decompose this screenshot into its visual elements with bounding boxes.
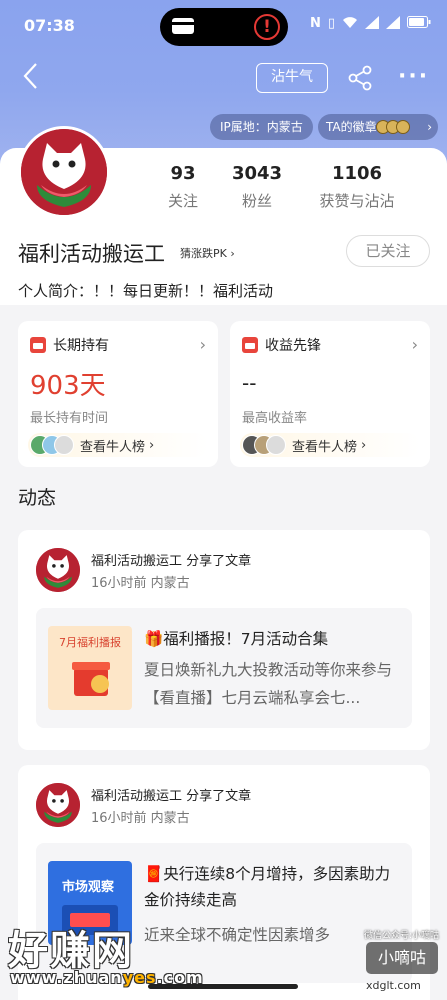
stat-followers[interactable]: 3043 粉丝 xyxy=(230,163,284,211)
chevron-right-icon: › xyxy=(361,437,367,453)
top-return-card[interactable]: 收益先锋 › -- 最高收益率 查看牛人榜 › xyxy=(230,321,430,467)
stat-value: 93 xyxy=(170,163,196,184)
badges-label: TA的徽章 xyxy=(326,120,377,134)
chevron-right-icon: › xyxy=(149,437,155,453)
article-thumbnail: 市场观察 xyxy=(48,861,132,945)
card-subtitle: 最长持有时间 xyxy=(30,411,109,426)
leaderboard-link[interactable]: 查看牛人榜 › xyxy=(240,433,420,457)
status-time: 07:38 xyxy=(24,16,75,35)
signal-icon xyxy=(386,16,400,33)
feed-post[interactable]: 福利活动搬运工 分享了文章 16小时前 内蒙古 7月福利播报 🎁福利播报！7月活… xyxy=(18,530,430,750)
chevron-right-icon: › xyxy=(199,335,206,354)
status-icons: N ▯ xyxy=(310,16,431,33)
chevron-right-icon: › xyxy=(427,120,432,134)
mini-avatars xyxy=(240,435,288,455)
article-thumbnail: 7月福利播报 xyxy=(48,626,132,710)
wifi-icon xyxy=(342,16,358,33)
avatar[interactable] xyxy=(36,548,80,592)
signal-icon xyxy=(365,16,379,33)
card-value: 903天 xyxy=(30,371,106,401)
username: 福利活动搬运工 xyxy=(18,242,165,266)
card-value: -- xyxy=(242,371,257,395)
article-desc: 近来全球不确定性因素增多 xyxy=(144,926,331,944)
calendar-icon xyxy=(242,337,258,353)
leaderboard-link-label: 查看牛人榜 xyxy=(292,439,358,455)
card-header: 收益先锋 xyxy=(242,335,321,355)
leaderboard-link[interactable]: 查看牛人榜 › xyxy=(28,433,208,457)
status-bar: 07:38 ! N ▯ xyxy=(0,0,447,52)
stat-label: 关注 xyxy=(167,192,198,210)
mini-avatars xyxy=(28,435,76,455)
avatar[interactable] xyxy=(18,126,110,218)
post-author: 福利活动搬运工 分享了文章 xyxy=(91,789,252,804)
stat-following[interactable]: 93 关注 xyxy=(165,163,201,211)
stat-likes[interactable]: 1106 获赞与沾沾 xyxy=(312,163,402,211)
more-icon[interactable]: ··· xyxy=(398,64,429,89)
post-author: 福利活动搬运工 分享了文章 xyxy=(91,554,252,569)
pk-link[interactable]: 猜涨跌PK › xyxy=(180,245,235,261)
mini-avatar xyxy=(266,435,286,455)
chevron-right-icon: › xyxy=(411,335,418,354)
pk-link-label: 猜涨跌PK xyxy=(180,247,227,260)
battery-icon xyxy=(407,16,431,33)
bio-text: 个人简介：！！每日更新！！福利活动 xyxy=(18,282,274,300)
share-icon[interactable] xyxy=(346,64,374,92)
mini-avatar xyxy=(54,435,74,455)
follow-button[interactable]: 已关注 xyxy=(346,235,430,267)
home-indicator xyxy=(148,984,298,989)
leaderboard-link-label: 查看牛人榜 xyxy=(80,439,146,455)
long-hold-card[interactable]: 长期持有 › 903天 最长持有时间 查看牛人榜 › xyxy=(18,321,218,467)
dynamic-island: ! xyxy=(160,8,288,46)
calendar-icon xyxy=(30,337,46,353)
thumb-label: 7月福利播报 xyxy=(59,635,121,649)
nfc-icon: N xyxy=(309,16,321,31)
card-icon xyxy=(172,18,194,34)
card-subtitle: 最高收益率 xyxy=(242,411,308,426)
stat-value: 3043 xyxy=(231,163,283,184)
content-area: 长期持有 › 903天 最长持有时间 查看牛人榜 › 收益先锋 › -- 最高收… xyxy=(0,305,447,1000)
card-header: 长期持有 xyxy=(30,335,109,355)
badges-chip[interactable]: TA的徽章 › xyxy=(318,114,438,140)
stat-label: 获赞与沾沾 xyxy=(319,192,395,210)
section-title-feed: 动态 xyxy=(18,487,57,509)
stat-label: 粉丝 xyxy=(241,192,272,210)
alert-icon: ! xyxy=(254,14,280,40)
badge-coins-icon xyxy=(376,120,414,134)
card-title: 长期持有 xyxy=(53,338,109,354)
post-time: 16小时前 内蒙古 xyxy=(91,576,190,591)
ip-location-chip: IP属地：内蒙古 xyxy=(210,114,313,140)
post-time: 16小时前 内蒙古 xyxy=(91,811,190,826)
avatar[interactable] xyxy=(36,783,80,827)
stat-value: 1106 xyxy=(331,163,383,184)
shared-article[interactable]: 市场观察 🧧央行连续8个月增持，多因素助力金价持续走高 近来全球不确定性因素增多 xyxy=(36,843,412,983)
card-title: 收益先锋 xyxy=(265,338,321,354)
vibrate-icon: ▯ xyxy=(327,16,335,31)
article-desc: 夏日焕新礼九大投教活动等你来参与【看直播】七月云端私享会七... xyxy=(144,661,393,707)
article-title: 🧧央行连续8个月增持，多因素助力金价持续走高 xyxy=(144,865,391,909)
shared-article[interactable]: 7月福利播报 🎁福利播报！7月活动合集 夏日焕新礼九大投教活动等你来参与【看直播… xyxy=(36,608,412,728)
thumb-label: 市场观察 xyxy=(62,879,115,895)
article-title: 🎁福利播报！7月活动合集 xyxy=(144,630,329,648)
zhan-niuqi-button[interactable]: 沾牛气 xyxy=(256,63,328,93)
back-button[interactable] xyxy=(22,62,38,95)
feed-post[interactable]: 福利活动搬运工 分享了文章 16小时前 内蒙古 市场观察 🧧央行连续8个月增持，… xyxy=(18,765,430,1000)
